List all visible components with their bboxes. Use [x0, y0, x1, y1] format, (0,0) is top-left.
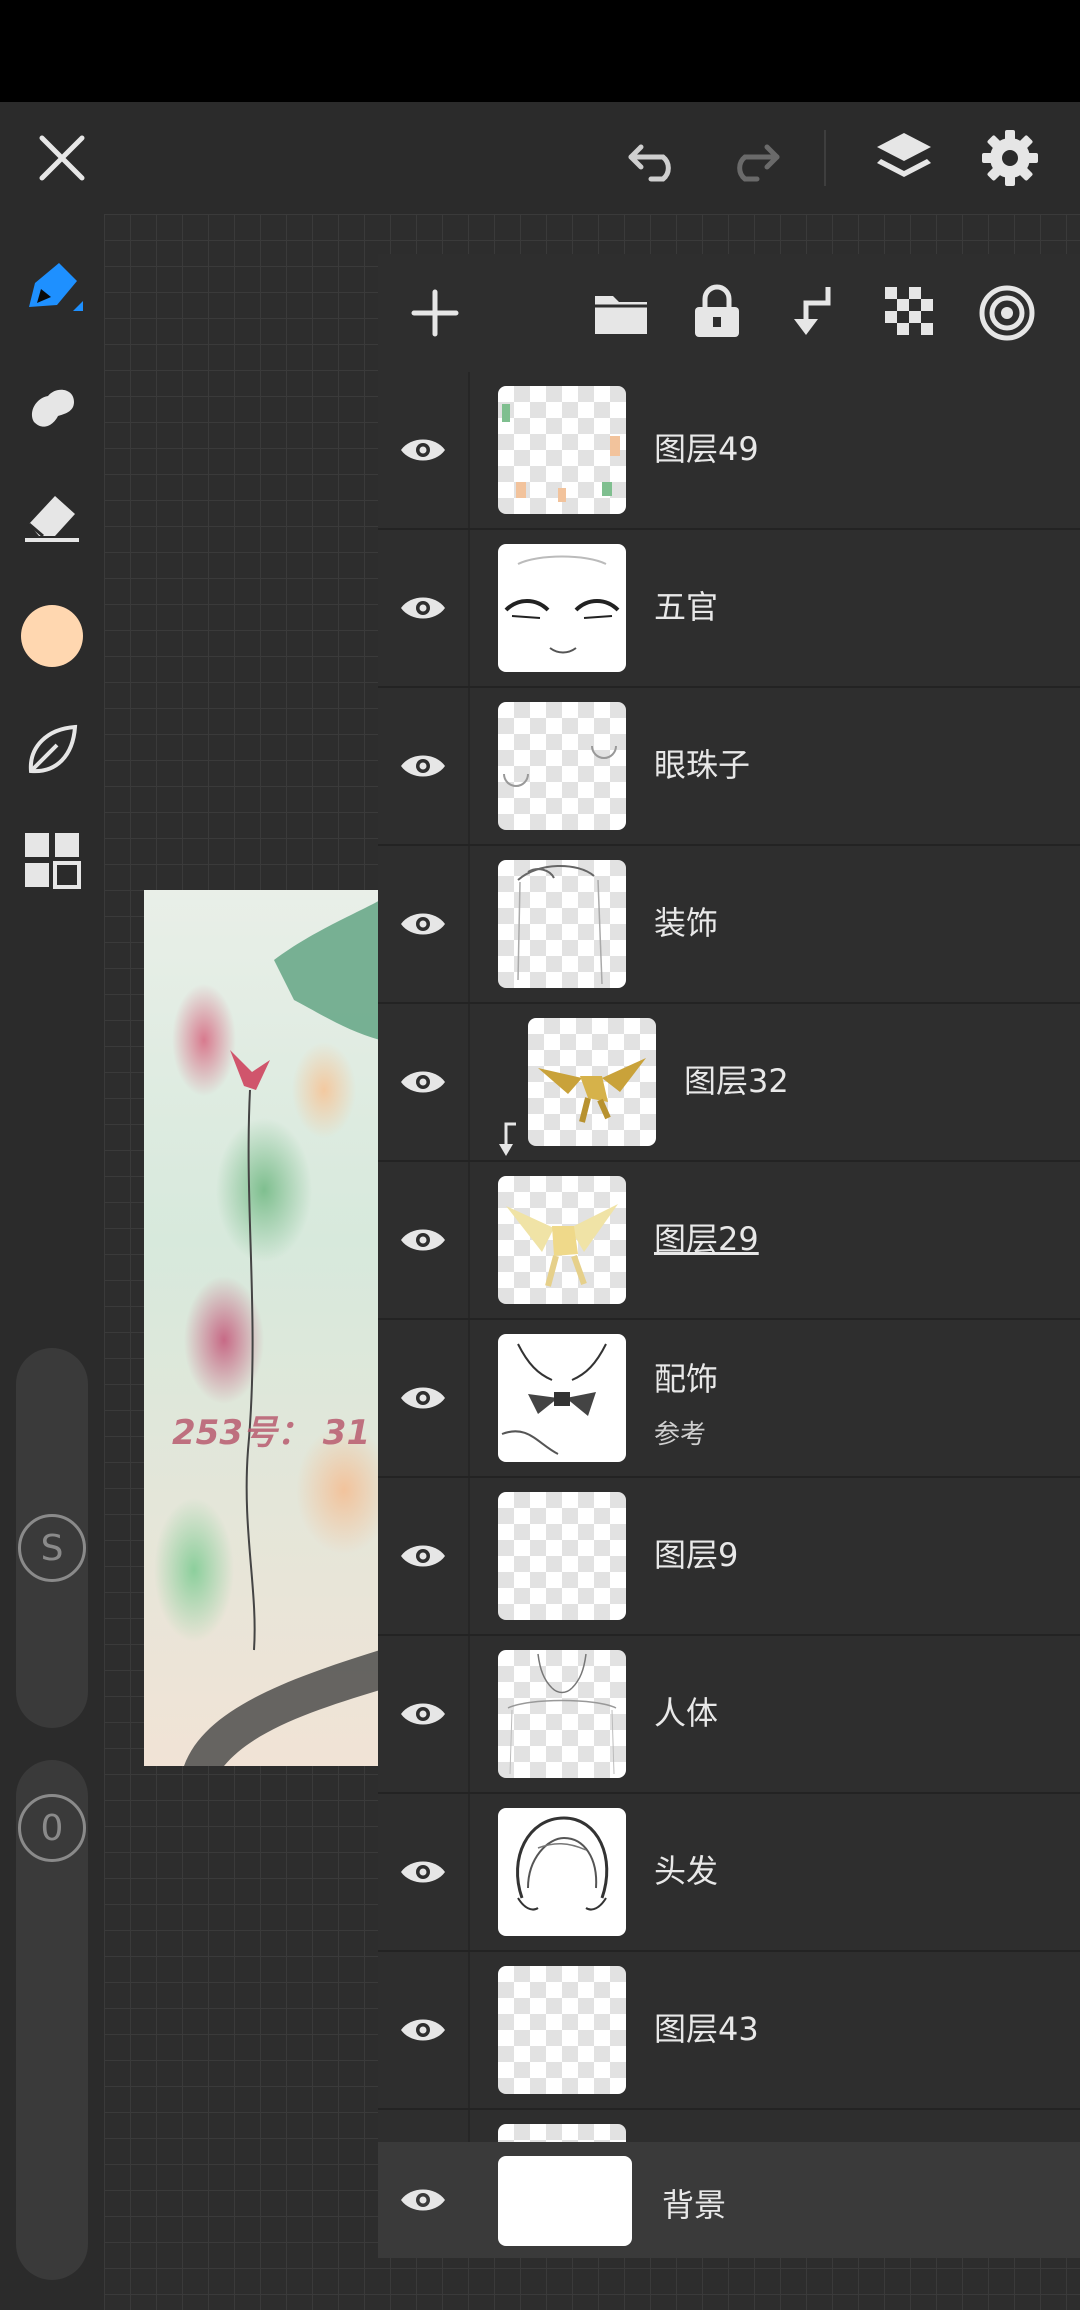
layers-list: 图层49 五官 眼珠子 装饰 图层32 图层29 配饰 参考 图层9 人体 头发… [378, 372, 1080, 2172]
layer-row[interactable]: 五官 [378, 530, 1080, 688]
layer-row[interactable]: 眼珠子 [378, 688, 1080, 846]
background-layer-name: 背景 [662, 2186, 727, 2224]
size-label: S [40, 1527, 64, 1569]
tool-sidebar: S 0 [0, 214, 104, 2310]
layers-icon[interactable] [868, 122, 940, 194]
grid-menu-icon[interactable] [18, 826, 86, 894]
layer-name: 图层29 [654, 1220, 759, 1258]
size-indicator: S [18, 1514, 86, 1582]
gear-icon[interactable] [974, 122, 1046, 194]
top-toolbar [0, 102, 1080, 214]
layer-thumbnail [528, 1018, 656, 1146]
eye-icon[interactable] [398, 1847, 448, 1897]
clipping-mask-icon[interactable] [778, 276, 848, 346]
eye-icon[interactable] [398, 583, 448, 633]
layer-row[interactable]: 配饰 参考 [378, 1320, 1080, 1478]
row-divider [468, 1320, 470, 1476]
layer-name: 眼珠子 [654, 746, 751, 784]
background-layer-row[interactable]: 背景 [378, 2142, 1080, 2258]
eye-icon[interactable] [398, 2005, 448, 2055]
layer-row-selected[interactable]: 图层29 [378, 1162, 1080, 1320]
current-color-circle [21, 605, 83, 667]
row-divider [468, 688, 470, 844]
leaf-icon[interactable] [18, 716, 86, 784]
layer-thumbnail [498, 1176, 626, 1304]
layer-row[interactable]: 人体 [378, 1636, 1080, 1794]
layer-name: 图层32 [684, 1062, 789, 1100]
folder-icon[interactable] [586, 278, 656, 348]
clip-arrow-icon [496, 1122, 520, 1162]
background-thumbnail [498, 2156, 632, 2246]
row-divider [468, 846, 470, 1002]
layer-thumbnail [498, 860, 626, 988]
eraser-icon[interactable] [18, 482, 86, 550]
eye-icon[interactable] [398, 741, 448, 791]
layer-thumbnail [498, 544, 626, 672]
row-divider [468, 1794, 470, 1950]
eye-icon[interactable] [398, 1531, 448, 1581]
layer-row[interactable]: 图层9 [378, 1478, 1080, 1636]
opacity-indicator: 0 [18, 1794, 86, 1862]
transparency-lock-icon[interactable] [874, 276, 944, 346]
layer-thumbnail [498, 1966, 626, 2094]
row-divider [468, 1162, 470, 1318]
layer-name: 图层9 [654, 1536, 739, 1574]
blend-mode-icon[interactable] [970, 276, 1044, 350]
opacity-label: 0 [40, 1807, 64, 1849]
layer-name: 图层43 [654, 2010, 759, 2048]
watermark-text: 253号： 31 [172, 1413, 371, 1453]
layer-thumbnail [498, 1808, 626, 1936]
eye-icon[interactable] [398, 899, 448, 949]
artwork-preview: 253号： 31 [144, 890, 380, 1766]
layer-thumbnail [498, 1492, 626, 1620]
color-swatch[interactable] [18, 602, 86, 670]
layers-panel-toolbar [378, 254, 1080, 372]
redo-icon[interactable] [718, 126, 788, 190]
status-bar [0, 0, 1080, 102]
layer-thumbnail [498, 702, 626, 830]
layer-thumbnail [498, 1650, 626, 1778]
row-divider [468, 1478, 470, 1634]
layer-row[interactable]: 图层32 [378, 1004, 1080, 1162]
row-divider [468, 1004, 470, 1160]
row-divider [468, 530, 470, 686]
eye-icon[interactable] [398, 2175, 448, 2225]
layer-name: 五官 [654, 588, 719, 626]
layer-name: 装饰 [654, 904, 719, 942]
layers-panel: 图层49 五官 眼珠子 装饰 图层32 图层29 配饰 参考 图层9 人体 头发… [378, 254, 1080, 2258]
layer-row[interactable]: 装饰 [378, 846, 1080, 1004]
eye-icon[interactable] [398, 1689, 448, 1739]
pen-icon[interactable] [18, 256, 86, 324]
eye-icon[interactable] [398, 1057, 448, 1107]
layer-sub-label: 参考 [654, 1420, 707, 1450]
toolbar-divider [824, 130, 826, 186]
smudge-icon[interactable] [18, 374, 86, 442]
add-layer-icon[interactable] [398, 276, 472, 350]
eye-icon[interactable] [398, 425, 448, 475]
layer-row[interactable]: 头发 [378, 1794, 1080, 1952]
layer-name: 人体 [654, 1694, 719, 1732]
eye-icon[interactable] [398, 1215, 448, 1265]
row-divider [468, 1636, 470, 1792]
layer-thumbnail [498, 1334, 626, 1462]
eye-icon[interactable] [398, 1373, 448, 1423]
layer-thumbnail [498, 386, 626, 514]
layer-name: 图层49 [654, 430, 759, 468]
lock-icon[interactable] [682, 276, 752, 346]
layer-row[interactable]: 图层49 [378, 372, 1080, 530]
row-divider [468, 1952, 470, 2108]
row-divider [468, 372, 470, 528]
layer-name: 配饰 [654, 1360, 719, 1398]
close-icon[interactable] [30, 126, 94, 190]
layer-name: 头发 [654, 1852, 719, 1890]
layer-row[interactable]: 图层43 [378, 1952, 1080, 2110]
undo-icon[interactable] [620, 126, 690, 190]
